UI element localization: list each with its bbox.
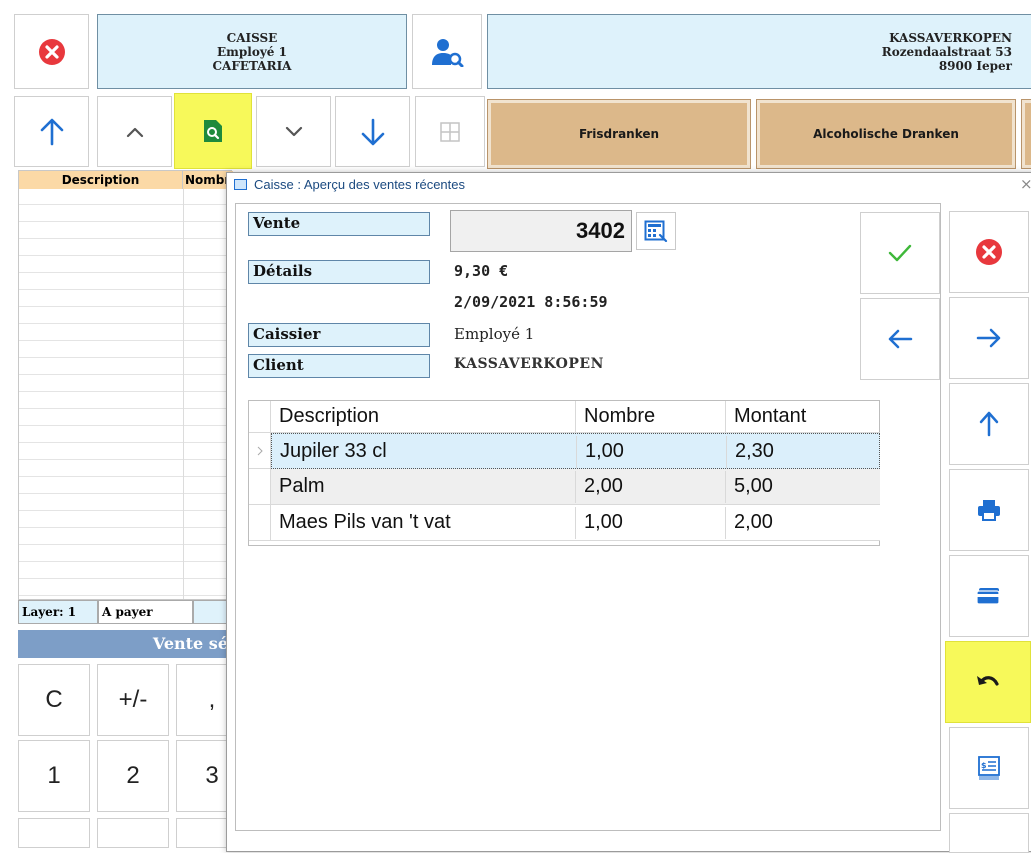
scroll-top-button[interactable] xyxy=(14,96,89,167)
confirm-button[interactable] xyxy=(860,212,940,294)
sale-number-field[interactable]: 3402 xyxy=(450,210,632,252)
chevron-up-icon xyxy=(126,127,143,137)
sale-lines-table[interactable]: Description Nombre Montant Jupiler 33 cl… xyxy=(248,400,880,546)
user-search-icon xyxy=(432,38,464,67)
store-city: 8900 Ieper xyxy=(938,59,1012,73)
print-button[interactable] xyxy=(949,469,1029,551)
scroll-bottom-button[interactable] xyxy=(335,96,410,167)
arrow-down-icon xyxy=(361,118,384,145)
to-pay-label: A payer xyxy=(98,600,193,624)
undo-icon xyxy=(977,676,999,686)
grid-view-button[interactable] xyxy=(415,96,485,167)
key-2[interactable]: 2 xyxy=(97,740,169,812)
order-grid-divider xyxy=(183,189,184,599)
store-name: KASSAVERKOPEN xyxy=(889,31,1012,45)
selected-sale-bar: Vente sé xyxy=(18,630,232,658)
details-label: Détails xyxy=(248,260,430,284)
cashier-value: Employé 1 xyxy=(454,325,535,343)
table-row[interactable]: Jupiler 33 cl 1,00 2,30 xyxy=(271,433,880,469)
dialog-content: Vente Détails Caissier Client 3402 9,30 … xyxy=(235,203,941,831)
category-alcoholische-dranken[interactable]: Alcoholische Dranken xyxy=(756,99,1016,169)
scroll-down-button[interactable] xyxy=(256,96,331,167)
cell-amount: 2,30 xyxy=(735,440,774,462)
cell-amount: 5,00 xyxy=(734,475,773,497)
recent-sales-button[interactable] xyxy=(174,93,252,169)
dialog-close-button[interactable]: × xyxy=(1020,175,1031,193)
dialog-cancel-button[interactable] xyxy=(949,211,1029,293)
customer-search-button[interactable] xyxy=(412,14,482,89)
close-circle-icon xyxy=(38,38,65,65)
order-grid[interactable]: Description Nombr xyxy=(18,170,233,600)
calculator-search-icon xyxy=(644,220,668,242)
client-value: KASSAVERKOPEN xyxy=(454,356,604,372)
panel-location: CAFETARIA xyxy=(212,59,292,73)
receipt-button[interactable]: $ xyxy=(949,727,1029,809)
cell-amount: 2,00 xyxy=(734,511,773,533)
key-row3-1[interactable] xyxy=(18,818,90,848)
arrow-up-icon xyxy=(979,411,999,437)
key-1[interactable]: 1 xyxy=(18,740,90,812)
table-row[interactable]: Maes Pils van 't vat 1,00 2,00 xyxy=(271,505,880,541)
key-row3-2[interactable] xyxy=(97,818,169,848)
recent-sales-dialog: Caisse : Aperçu des ventes récentes × Ve… xyxy=(226,172,1031,853)
arrow-right-icon xyxy=(976,328,1001,348)
panel-employee: Employé 1 xyxy=(217,45,287,59)
sale-label: Vente xyxy=(248,212,430,236)
dialog-title: Caisse : Aperçu des ventes récentes xyxy=(254,177,466,192)
card-payment-button[interactable] xyxy=(949,555,1029,637)
row-indicator xyxy=(249,505,271,541)
cell-quantity: 1,00 xyxy=(576,507,726,539)
key-plus-minus[interactable]: +/- xyxy=(97,664,169,736)
arrow-up-icon xyxy=(40,118,63,145)
cell-description: Maes Pils van 't vat xyxy=(271,507,576,539)
status-bar: Layer: 1 A payer ( xyxy=(18,600,239,624)
credit-card-icon xyxy=(976,588,1000,605)
checkmark-icon xyxy=(888,244,912,262)
table-row[interactable]: Palm 2,00 5,00 xyxy=(271,469,880,505)
sale-datetime: 2/09/2021 8:56:59 xyxy=(454,293,608,311)
receipt-icon: $ xyxy=(978,756,1000,780)
exit-button[interactable] xyxy=(14,14,89,89)
row-header-corner xyxy=(249,401,271,433)
cell-description: Palm xyxy=(271,471,576,503)
grid-icon xyxy=(440,121,460,142)
cell-quantity: 1,00 xyxy=(577,436,727,468)
cashier-label: Caissier xyxy=(248,323,430,347)
store-info-panel: KASSAVERKOPEN Rozendaalstraat 53 8900 Ie… xyxy=(487,14,1031,89)
dialog-titlebar: Caisse : Aperçu des ventes récentes × xyxy=(227,173,1031,197)
scroll-lines-up-button[interactable] xyxy=(949,383,1029,465)
client-label: Client xyxy=(248,354,430,378)
sale-amount: 9,30 € xyxy=(454,262,509,280)
order-grid-header-description: Description xyxy=(19,171,183,189)
scroll-up-button[interactable] xyxy=(97,96,172,167)
store-street: Rozendaalstraat 53 xyxy=(881,45,1012,59)
cashier-info-panel: CAISSE Employé 1 CAFETARIA xyxy=(97,14,407,89)
layer-label: Layer: 1 xyxy=(18,600,98,624)
document-search-icon xyxy=(204,120,222,142)
row-indicator xyxy=(249,433,271,469)
more-button[interactable] xyxy=(949,813,1029,853)
cell-quantity: 2,00 xyxy=(576,471,726,503)
key-clear[interactable]: C xyxy=(18,664,90,736)
printer-icon xyxy=(978,500,1000,521)
previous-sale-button[interactable] xyxy=(860,298,940,380)
window-icon xyxy=(234,179,247,190)
sale-lookup-button[interactable] xyxy=(636,212,676,250)
category-frisdranken[interactable]: Frisdranken xyxy=(487,99,751,169)
next-sale-button[interactable] xyxy=(949,297,1029,379)
panel-title: CAISSE xyxy=(226,31,278,45)
col-header-amount[interactable]: Montant xyxy=(726,401,880,433)
chevron-down-icon xyxy=(285,126,302,136)
category-next[interactable] xyxy=(1021,99,1031,169)
col-header-description[interactable]: Description xyxy=(271,401,576,433)
close-circle-icon xyxy=(976,239,1002,265)
arrow-left-icon xyxy=(888,329,913,349)
col-header-quantity[interactable]: Nombre xyxy=(576,401,726,433)
undo-sale-button[interactable] xyxy=(945,641,1031,723)
row-pointer-icon xyxy=(257,446,263,455)
row-indicator xyxy=(249,469,271,505)
cell-description: Jupiler 33 cl xyxy=(272,436,577,468)
svg-text:$: $ xyxy=(981,761,987,770)
